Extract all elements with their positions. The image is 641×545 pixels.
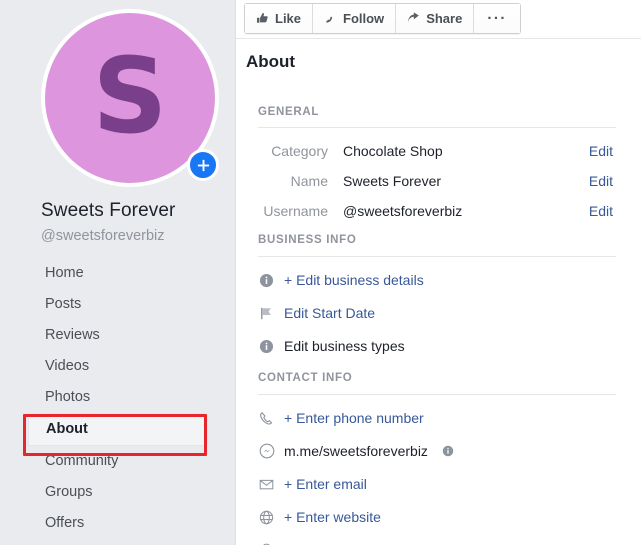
section-divider-contact-info [258, 394, 616, 395]
avatar-letter: S [92, 35, 168, 157]
phone-icon [258, 410, 275, 427]
edit-link-username[interactable]: Edit [589, 200, 613, 222]
list-item-enter-website[interactable]: + Enter website [258, 506, 381, 528]
list-item-enter-email[interactable]: + Enter email [258, 473, 367, 495]
page-action-toolbar: Like Follow Share ··· [244, 3, 521, 34]
section-heading-contact-info: CONTACT INFO [258, 372, 353, 384]
sidebar-item-offers[interactable]: Offers [0, 508, 236, 539]
table-row: Username @sweetsforeverbiz Edit [236, 200, 641, 222]
list-item-label: + Enter phone number [284, 410, 424, 426]
section-heading-business-info: BUSINESS INFO [258, 234, 357, 246]
facebook-page-about-screen: S Sweets Forever @sweetsforeverbiz Home … [0, 0, 641, 545]
list-item-enter-phone-number[interactable]: + Enter phone number [258, 407, 424, 429]
list-item-label: Edit business types [284, 338, 405, 354]
main-panel: Like Follow Share ··· About GENERAL Cate… [236, 0, 641, 545]
list-item-label: + Edit business details [284, 272, 424, 288]
row-value-username: @sweetsforeverbiz [343, 203, 463, 219]
list-item-edit-start-date[interactable]: Edit Start Date [258, 302, 375, 324]
avatar[interactable]: S [41, 9, 219, 187]
table-row: Category Chocolate Shop Edit [236, 140, 641, 162]
messenger-icon [258, 443, 275, 460]
list-item-label: + Enter website [284, 509, 381, 525]
like-button[interactable]: Like [245, 4, 314, 33]
sidebar-item-about[interactable]: About [28, 413, 208, 446]
rss-icon [324, 12, 337, 25]
add-profile-photo-button[interactable] [187, 149, 219, 181]
plus-icon [196, 158, 211, 173]
globe-icon [258, 509, 275, 526]
list-item-label: m.me/sweetsforeverbiz [284, 443, 428, 459]
info-icon[interactable] [442, 445, 454, 457]
list-item-label: Edit Start Date [284, 305, 376, 321]
list-item-edit-business-types[interactable]: Edit business types [258, 335, 405, 357]
sidebar-item-reviews[interactable]: Reviews [0, 320, 236, 351]
table-row: Name Sweets Forever Edit [236, 170, 641, 192]
sidebar-item-home[interactable]: Home [0, 258, 236, 289]
about-heading: About [246, 52, 296, 71]
list-item-edit-business-details[interactable]: + Edit business details [258, 269, 424, 291]
row-value-name: Sweets Forever [343, 173, 442, 189]
ellipsis-icon: ··· [487, 9, 507, 27]
list-item-label: + Enter email [284, 476, 367, 492]
row-label-category: Category [271, 143, 328, 159]
toolbar-divider [236, 38, 641, 39]
info-icon [258, 272, 275, 289]
section-divider-general [258, 127, 616, 128]
page-sidebar: S Sweets Forever @sweetsforeverbiz Home … [0, 0, 236, 545]
flag-icon [258, 305, 275, 322]
more-options-button[interactable]: ··· [474, 4, 520, 33]
list-item-messenger-link[interactable]: m.me/sweetsforeverbiz [258, 440, 454, 462]
share-arrow-icon [407, 12, 420, 25]
edit-link-name[interactable]: Edit [589, 170, 613, 192]
follow-label: Follow [343, 11, 385, 26]
sidebar-nav: Home Posts Reviews Videos Photos About C… [0, 258, 236, 539]
section-heading-general: GENERAL [258, 106, 320, 118]
sidebar-item-groups[interactable]: Groups [0, 477, 236, 508]
follow-button[interactable]: Follow [313, 4, 397, 33]
like-label: Like [275, 11, 302, 26]
share-button[interactable]: Share [396, 4, 475, 33]
row-label-name: Name [290, 173, 328, 189]
sidebar-item-photos[interactable]: Photos [0, 382, 236, 413]
sidebar-item-community[interactable]: Community [0, 446, 236, 477]
section-divider-business-info [258, 256, 616, 257]
list-item-partial-cutoff[interactable] [258, 539, 275, 545]
info-icon [258, 338, 275, 355]
sidebar-item-videos[interactable]: Videos [0, 351, 236, 382]
envelope-icon [258, 476, 275, 493]
page-handle: @sweetsforeverbiz [41, 228, 165, 244]
location-pin-icon [258, 542, 275, 545]
row-value-category: Chocolate Shop [343, 143, 443, 159]
sidebar-item-posts[interactable]: Posts [0, 289, 236, 320]
edit-link-category[interactable]: Edit [589, 140, 613, 162]
page-title: Sweets Forever [41, 200, 176, 221]
thumbs-up-icon [256, 12, 269, 25]
share-label: Share [426, 11, 463, 26]
row-label-username: Username [263, 203, 328, 219]
